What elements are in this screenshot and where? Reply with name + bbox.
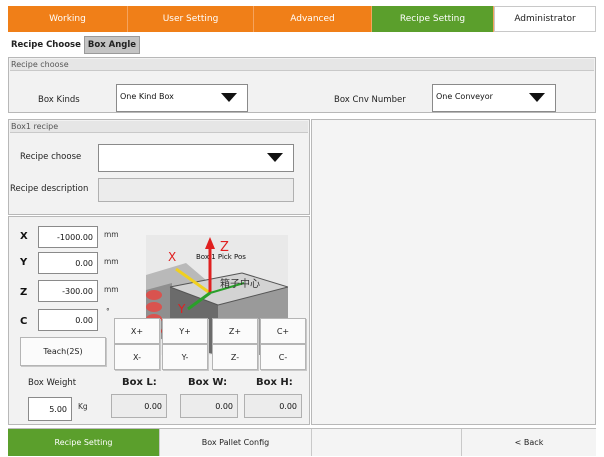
box-w-field[interactable]: 0.00 (180, 394, 238, 418)
tab-recipe-setting[interactable]: Recipe Setting (372, 6, 494, 32)
tab-working-label: Working (49, 14, 86, 24)
tab-advanced-label: Advanced (290, 14, 335, 24)
c-position-field[interactable]: 0.00 (38, 309, 98, 331)
right-empty-panel (311, 119, 596, 425)
box-kinds-value: One Kind Box (120, 92, 174, 101)
box-kinds-select[interactable]: One Kind Box (116, 84, 248, 112)
jog-z-plus-button[interactable]: Z+ (212, 318, 258, 344)
recipe-choose-label: Recipe choose (20, 152, 82, 162)
tab-administrator-label: Administrator (514, 14, 576, 24)
jog-z-minus-button[interactable]: Z- (212, 344, 258, 370)
box-center-label: 箱子中心 (220, 277, 260, 290)
back-label: < Back (514, 438, 544, 447)
tab-user-setting-label: User Setting (162, 14, 219, 24)
y-position-field[interactable]: 0.00 (38, 252, 98, 274)
chevron-down-icon (211, 85, 247, 111)
subtab-recipe-choose-label: Recipe Choose (11, 40, 81, 50)
z-position-field[interactable]: -300.00 (38, 280, 98, 302)
recipe-description-field[interactable] (98, 178, 294, 202)
recipe-choose-select[interactable] (98, 144, 294, 172)
box-h-label: Box H: (256, 377, 293, 388)
box1-recipe-title: Box1 recipe (11, 122, 59, 131)
box-weight-unit: Kg (78, 402, 88, 411)
z-unit: mm (104, 285, 119, 294)
jog-x-plus-button[interactable]: X+ (114, 318, 160, 344)
back-button[interactable]: < Back (462, 429, 596, 456)
chevron-down-icon (257, 145, 293, 171)
jog-c-plus-button[interactable]: C+ (260, 318, 306, 344)
box-weight-label: Box Weight (28, 378, 77, 388)
box-cnv-number-select[interactable]: One Conveyor (432, 84, 556, 112)
recipe-setting-label: Recipe Setting (54, 438, 113, 447)
tab-recipe-setting-label: Recipe Setting (399, 14, 466, 24)
x-unit: mm (104, 230, 119, 239)
subtab-box-angle-label: Box Angle (87, 40, 137, 50)
x-axis-label: X (20, 231, 28, 242)
sub-tab-bar: Recipe Choose Box Angle (8, 36, 141, 54)
subtab-box-angle[interactable]: Box Angle (83, 36, 141, 54)
jog-x-minus-button[interactable]: X- (114, 344, 160, 370)
empty-bottom-button (312, 429, 462, 456)
x-position-field[interactable]: -1000.00 (38, 226, 98, 248)
box-h-field[interactable]: 0.00 (244, 394, 302, 418)
pick-axis-x-label: X (168, 250, 176, 264)
pick-axis-y-label: Y (177, 302, 186, 316)
bottom-nav-bar: Recipe Setting Box Pallet Config < Back (8, 428, 596, 456)
box-weight-field[interactable]: 5.00 (28, 397, 72, 421)
tab-user-setting[interactable]: User Setting (128, 6, 254, 32)
box-pallet-config-label: Box Pallet Config (201, 438, 270, 447)
recipe-choose-title: Recipe choose (11, 60, 69, 69)
pick-image-label: Box 1 Pick Pos (196, 253, 246, 261)
recipe-description-label: Recipe description (10, 184, 89, 194)
box-l-label: Box L: (122, 377, 157, 388)
tab-advanced[interactable]: Advanced (254, 6, 372, 32)
jog-y-plus-button[interactable]: Y+ (162, 318, 208, 344)
recipe-choose-title-bar (10, 59, 594, 71)
box-cnv-number-label: Box Cnv Number (334, 95, 406, 105)
box-cnv-number-value: One Conveyor (436, 92, 493, 101)
y-axis-label: Y (20, 257, 28, 268)
jog-c-minus-button[interactable]: C- (260, 344, 306, 370)
box-l-field[interactable]: 0.00 (111, 394, 167, 418)
jog-y-minus-button[interactable]: Y- (162, 344, 208, 370)
z-axis-label: Z (20, 287, 28, 298)
c-axis-label: C (20, 316, 28, 327)
recipe-setting-button[interactable]: Recipe Setting (8, 429, 160, 456)
tab-working[interactable]: Working (8, 6, 128, 32)
box-kinds-label: Box Kinds (38, 95, 80, 105)
chevron-down-icon (519, 85, 555, 111)
y-unit: mm (104, 257, 119, 266)
subtab-recipe-choose[interactable]: Recipe Choose (8, 36, 84, 54)
teach-button[interactable]: Teach(2S) (20, 337, 106, 366)
tab-administrator[interactable]: Administrator (494, 6, 596, 32)
c-unit: ° (106, 307, 110, 316)
box-w-label: Box W: (188, 377, 228, 388)
box-pallet-config-button[interactable]: Box Pallet Config (160, 429, 312, 456)
